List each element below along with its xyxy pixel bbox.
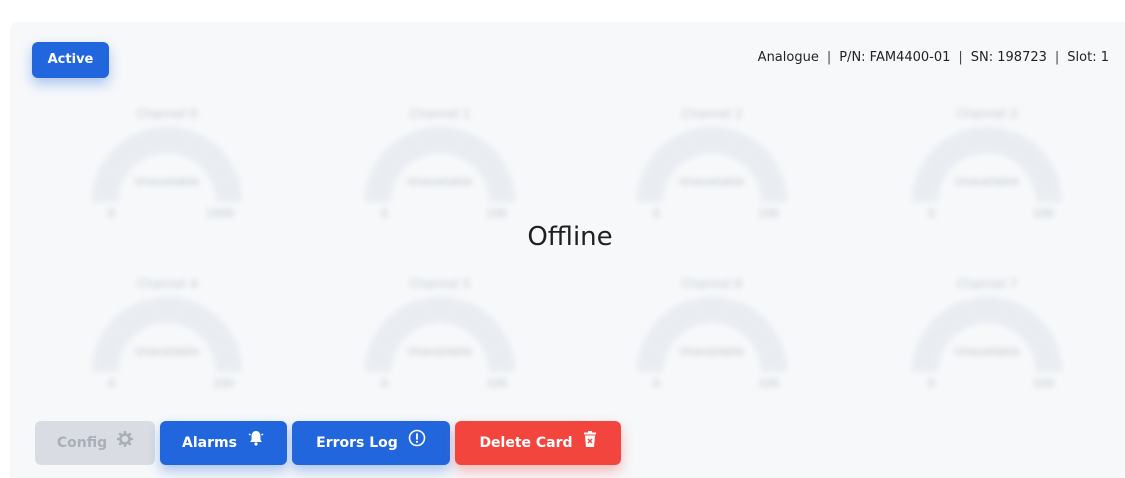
gauge-title: Channel 0: [136, 107, 198, 121]
gear-icon: [116, 421, 134, 465]
gauge-min: 0: [108, 377, 115, 390]
gauge-max: 100: [758, 207, 779, 220]
card-type: Analogue: [757, 50, 819, 65]
gauge-arc: [92, 127, 242, 202]
channel-gauge: Channel 4 Unavailable 0 100: [82, 265, 252, 395]
channel-gauge: Channel 2 Unavailable 0 100: [627, 95, 797, 225]
gauge-max: 1000: [206, 207, 234, 220]
gauge-value: Unavailable: [134, 175, 200, 188]
status-badge: Active: [32, 42, 109, 78]
gauge-arc: [912, 297, 1062, 372]
errors-log-button-label: Errors Log: [316, 435, 398, 451]
errors-log-button[interactable]: Errors Log: [292, 421, 450, 465]
card-top-strip: [10, 0, 1125, 22]
channel-gauge: Channel 5 Unavailable 0 100: [355, 265, 525, 395]
gauge-min: 0: [928, 377, 935, 390]
gauge-value: Unavailable: [954, 345, 1020, 358]
channel-gauge: Channel 7 Unavailable 0 100: [902, 265, 1072, 395]
gauge-min: 0: [381, 207, 388, 220]
config-button-label: Config: [56, 435, 108, 451]
separator: |: [826, 50, 832, 65]
alarms-button-label: Alarms: [182, 435, 237, 451]
gauge-title: Channel 7: [956, 277, 1018, 291]
gauge-value: Unavailable: [407, 175, 473, 188]
delete-card-button-label: Delete Card: [479, 435, 573, 451]
channel-gauge: Channel 3 Unavailable 0 100: [902, 95, 1072, 225]
gauge-max: 100: [213, 377, 234, 390]
card-info: Analogue | P/N: FAM4400-01 | SN: 198723 | Slot…: [758, 50, 1109, 65]
gauge-title: Channel 1: [409, 107, 471, 121]
gauge-value: Unavailable: [407, 345, 473, 358]
gauge-max: 100: [486, 207, 507, 220]
alarms-button[interactable]: Alarms: [160, 421, 287, 465]
gauge-value: Unavailable: [679, 345, 745, 358]
channel-gauge: Channel 1 Unavailable 0 100: [355, 95, 525, 225]
gauge-max: 100: [1033, 207, 1054, 220]
slot-number: Slot: 1: [1067, 50, 1109, 65]
gauge-value: Unavailable: [134, 345, 200, 358]
gauge-title: Channel 5: [409, 277, 471, 291]
gauge-title: Channel 6: [681, 277, 743, 291]
gauge-title: Channel 2: [681, 107, 743, 121]
gauge-value: Unavailable: [954, 175, 1020, 188]
gauge-arc: [365, 297, 515, 372]
gauge-max: 100: [758, 377, 779, 390]
separator: |: [1054, 50, 1060, 65]
gauge-arc: [365, 127, 515, 202]
gauge-min: 0: [108, 207, 115, 220]
gauge-arc: [637, 297, 787, 372]
gauge-min: 0: [653, 207, 660, 220]
gauge-min: 0: [928, 207, 935, 220]
offline-overlay-label: Offline: [527, 222, 613, 252]
gauge-min: 0: [653, 377, 660, 390]
gauge-title: Channel 4: [136, 277, 198, 291]
channel-gauge: Channel 0 Unavailable 0 1000: [82, 95, 252, 225]
gauge-value: Unavailable: [679, 175, 745, 188]
config-button[interactable]: Config: [35, 421, 155, 465]
gauge-arc: [92, 297, 242, 372]
gauge-title: Channel 3: [956, 107, 1018, 121]
gauge-arc: [912, 127, 1062, 202]
separator: |: [958, 50, 963, 65]
part-number: P/N: FAM4400-01: [839, 50, 951, 65]
bell-icon: [247, 421, 265, 465]
channel-gauge: Channel 6 Unavailable 0 100: [627, 265, 797, 395]
gauge-arc: [637, 127, 787, 202]
serial-number: SN: 198723: [970, 50, 1047, 65]
gauge-max: 100: [1033, 377, 1054, 390]
delete-card-button[interactable]: Delete Card: [455, 421, 621, 465]
gauge-min: 0: [381, 377, 388, 390]
gauge-max: 100: [486, 377, 507, 390]
exclamation-circle-icon: [408, 421, 426, 465]
trash-icon: [583, 421, 597, 465]
